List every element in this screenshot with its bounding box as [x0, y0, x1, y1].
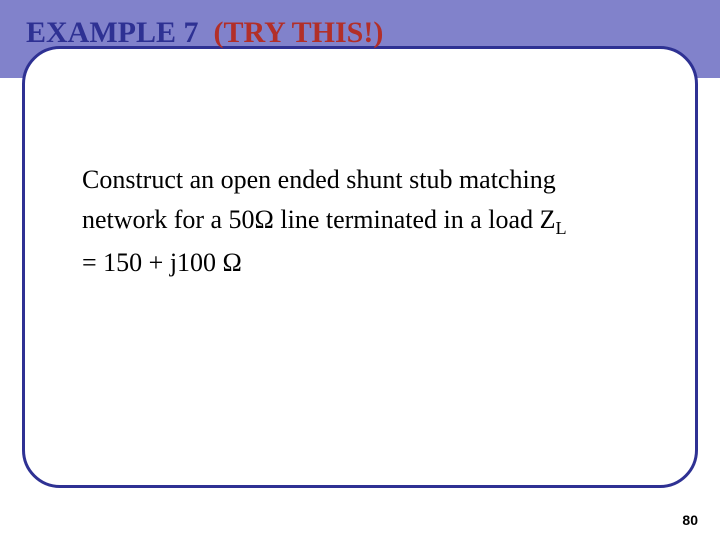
page-number: 80: [682, 512, 698, 528]
body-text: Construct an open ended shunt stub match…: [82, 160, 622, 283]
body-line1: Construct an open ended shunt stub match…: [82, 165, 556, 194]
title-try: (TRY THIS!): [214, 16, 384, 49]
title-prefix: EXAMPLE 7: [26, 16, 199, 49]
slide: EXAMPLE 7 (TRY THIS!) Construct an open …: [0, 0, 720, 540]
body-line2-sub: L: [555, 218, 566, 238]
body-line3: = 150 + j100 Ω: [82, 248, 242, 277]
slide-title: EXAMPLE 7 (TRY THIS!): [26, 16, 383, 50]
body-line2-pre: network for a 50Ω line terminated in a l…: [82, 205, 555, 234]
